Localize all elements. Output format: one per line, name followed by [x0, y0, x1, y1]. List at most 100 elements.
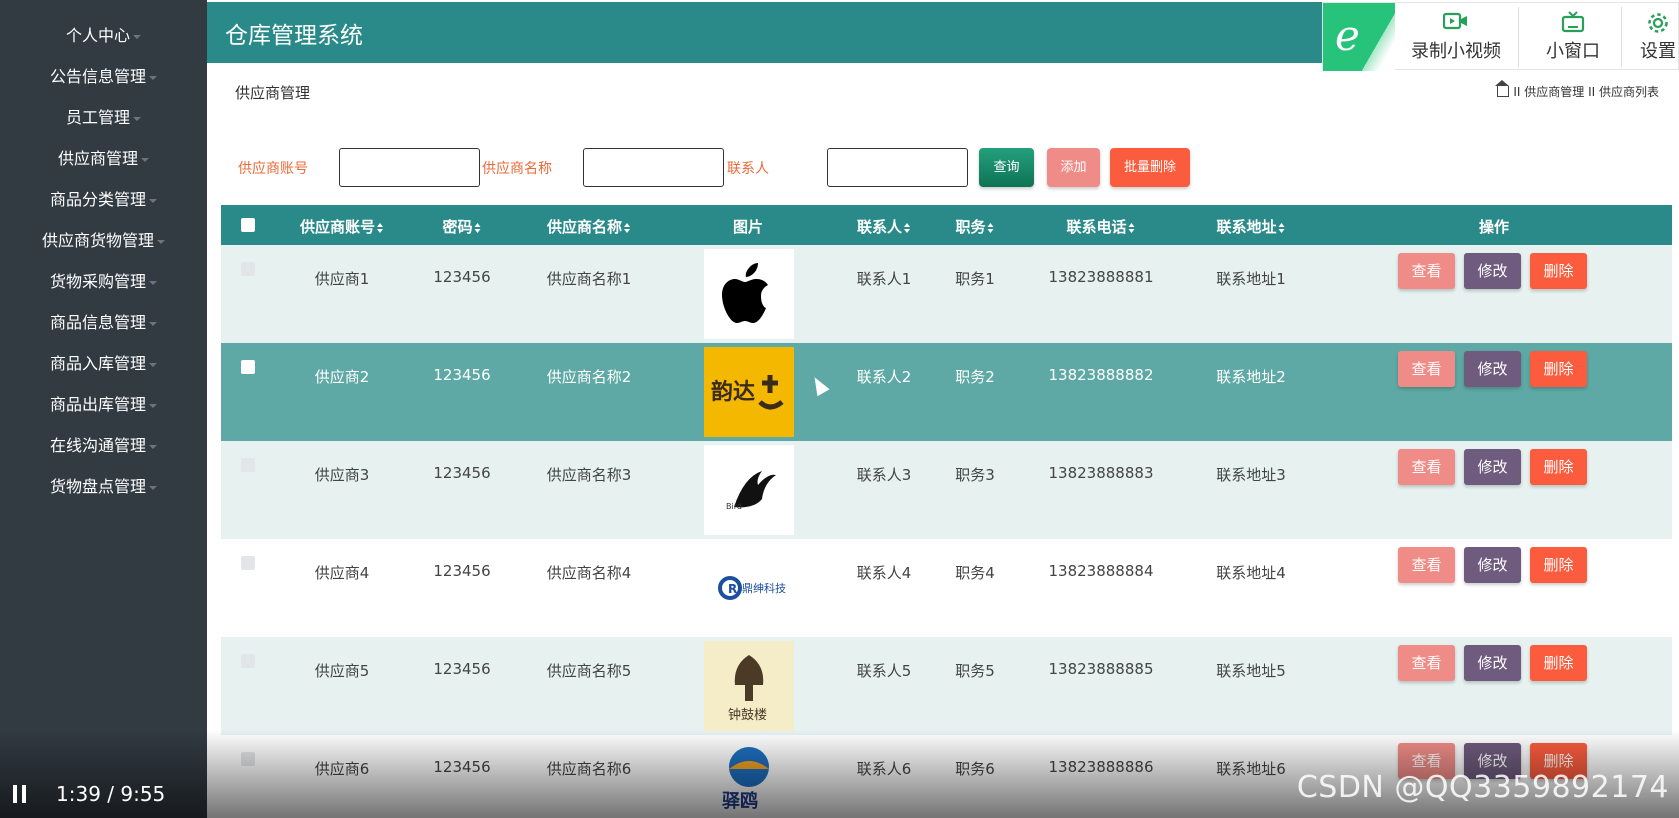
- cell-address: 联系地址1: [1216, 270, 1286, 288]
- query-button[interactable]: 查询: [979, 148, 1034, 187]
- header-phone[interactable]: 联系电话: [1066, 216, 1135, 237]
- sidebar-item-notice[interactable]: 公告信息管理: [0, 56, 207, 97]
- svg-text:R: R: [728, 582, 737, 596]
- table-row[interactable]: 供应商2 123456 供应商名称2 联系人2 职务2 13823888882 联系地址2 韵…: [221, 343, 1672, 441]
- header-label: 密码: [442, 218, 473, 236]
- cell-address: 联系地址5: [1216, 662, 1286, 680]
- header-contact[interactable]: 联系人: [857, 216, 911, 237]
- pause-icon[interactable]: [13, 785, 27, 803]
- cell-name: 供应商名称2: [546, 368, 632, 386]
- chevron-down-icon: [149, 198, 157, 203]
- watermark: CSDN @QQ3359892174: [1296, 770, 1669, 805]
- header-account[interactable]: 供应商账号: [300, 216, 384, 237]
- edit-button[interactable]: 修改: [1464, 547, 1521, 583]
- sidebar-item-label: 商品信息管理: [49, 313, 146, 332]
- edit-button[interactable]: 修改: [1464, 645, 1521, 681]
- cell-phone: 13823888885: [1048, 660, 1154, 678]
- view-button[interactable]: 查看: [1398, 253, 1455, 289]
- cell-account: 供应商4: [314, 564, 370, 582]
- cell-name: 供应商名称3: [546, 466, 632, 484]
- header-name[interactable]: 供应商名称: [547, 216, 631, 237]
- table-row[interactable]: 供应商3 123456 供应商名称3 联系人3 职务3 13823888883 联系地址3 B…: [221, 441, 1672, 539]
- table-header: 供应商账号 密码 供应商名称 图片 联系人 职务 联系电话 联系地址 操作: [221, 205, 1672, 245]
- sidebar-item-label: 个人中心: [65, 26, 130, 45]
- chevron-down-icon: [149, 75, 157, 80]
- video-time: 1:39 / 9:55: [56, 782, 166, 806]
- header-password[interactable]: 密码: [442, 216, 481, 237]
- delete-button[interactable]: 删除: [1530, 645, 1587, 681]
- sidebar-item-supplier-goods[interactable]: 供应商货物管理: [0, 220, 207, 261]
- sort-icon: [1128, 223, 1136, 233]
- row-checkbox[interactable]: [241, 654, 255, 668]
- chevron-down-icon: [133, 34, 141, 39]
- row-checkbox[interactable]: [241, 458, 255, 472]
- cell-password: 123456: [433, 268, 491, 286]
- gear-icon: [1633, 3, 1679, 37]
- sidebar-item-label: 在线沟通管理: [49, 436, 146, 455]
- cell-position: 职务5: [955, 662, 995, 680]
- sidebar-item-label: 商品分类管理: [49, 190, 146, 209]
- view-button[interactable]: 查看: [1398, 645, 1455, 681]
- table-row[interactable]: 供应商4 123456 供应商名称4 联系人4 职务4 13823888884 联系地址4 R…: [221, 539, 1672, 637]
- sidebar-item-inventory[interactable]: 货物盘点管理: [0, 466, 207, 507]
- sidebar-item-label: 货物采购管理: [49, 272, 146, 291]
- settings-button[interactable]: 设置: [1633, 3, 1679, 71]
- settings-label: 设置: [1640, 41, 1676, 62]
- page-title: 供应商管理: [235, 84, 311, 102]
- sidebar-item-chat[interactable]: 在线沟通管理: [0, 425, 207, 466]
- cell-account: 供应商5: [314, 662, 370, 680]
- edit-button[interactable]: 修改: [1464, 253, 1521, 289]
- header-actions: 操作: [1479, 216, 1509, 237]
- sidebar-item-purchase[interactable]: 货物采购管理: [0, 261, 207, 302]
- select-all-checkbox[interactable]: [241, 218, 255, 232]
- table-row[interactable]: 供应商5 123456 供应商名称5 联系人5 职务5 13823888885 联系地址5 钟…: [221, 637, 1672, 735]
- sidebar-item-product-info[interactable]: 商品信息管理: [0, 302, 207, 343]
- logo-text: 韵达: [711, 379, 755, 405]
- batch-delete-button[interactable]: 批量删除: [1110, 148, 1190, 187]
- delete-button[interactable]: 删除: [1530, 449, 1587, 485]
- logo-text: 钟鼓楼: [728, 707, 767, 723]
- header-label: 职务: [955, 218, 986, 236]
- row-checkbox[interactable]: [241, 556, 255, 570]
- edit-button[interactable]: 修改: [1464, 449, 1521, 485]
- header-label: 操作: [1478, 218, 1510, 236]
- mini-window-button[interactable]: 小窗口: [1533, 3, 1613, 71]
- apple-logo-image: [704, 249, 794, 339]
- sidebar-item-label: 供应商货物管理: [41, 231, 154, 250]
- delete-button[interactable]: 删除: [1530, 351, 1587, 387]
- browser-video-toolbar: e 录制小视频 小窗口 设置: [1322, 2, 1679, 71]
- record-video-button[interactable]: 录制小视频: [1401, 3, 1511, 71]
- sidebar-item-stock-out[interactable]: 商品出库管理: [0, 384, 207, 425]
- sort-icon: [904, 223, 911, 233]
- header-address[interactable]: 联系地址: [1216, 216, 1285, 237]
- sort-icon: [987, 223, 995, 233]
- delete-button[interactable]: 删除: [1530, 547, 1587, 583]
- sidebar-item-personal-center[interactable]: 个人中心: [0, 15, 207, 56]
- row-checkbox[interactable]: [241, 262, 255, 276]
- view-button[interactable]: 查看: [1398, 449, 1455, 485]
- add-button[interactable]: 添加: [1047, 148, 1100, 187]
- view-button[interactable]: 查看: [1398, 547, 1455, 583]
- home-icon[interactable]: [1495, 80, 1510, 97]
- delete-button[interactable]: 删除: [1530, 253, 1587, 289]
- header-label: 联系地址: [1216, 218, 1277, 236]
- view-button[interactable]: 查看: [1398, 351, 1455, 387]
- header-position[interactable]: 职务: [955, 216, 994, 237]
- sort-icon: [1278, 223, 1286, 233]
- table-row[interactable]: 供应商1 123456 供应商名称1 联系人1 职务1 13823888881 联系地址1 查…: [221, 245, 1672, 343]
- cell-account: 供应商3: [314, 466, 370, 484]
- contact-input[interactable]: [827, 148, 968, 187]
- cell-name: 供应商名称1: [546, 270, 632, 288]
- sidebar-item-stock-in[interactable]: 商品入库管理: [0, 343, 207, 384]
- supplier-name-input[interactable]: [583, 148, 724, 187]
- header-label: 供应商名称: [546, 218, 623, 236]
- chevron-down-icon: [149, 444, 157, 449]
- supplier-account-input[interactable]: [339, 148, 480, 187]
- chevron-down-icon: [157, 239, 165, 244]
- sidebar-item-employee[interactable]: 员工管理: [0, 97, 207, 138]
- breadcrumb-text[interactable]: II 供应商管理 II 供应商列表: [1513, 85, 1659, 99]
- row-checkbox[interactable]: [241, 360, 255, 374]
- edit-button[interactable]: 修改: [1464, 351, 1521, 387]
- sidebar-item-supplier[interactable]: 供应商管理: [0, 138, 207, 179]
- sidebar-item-category[interactable]: 商品分类管理: [0, 179, 207, 220]
